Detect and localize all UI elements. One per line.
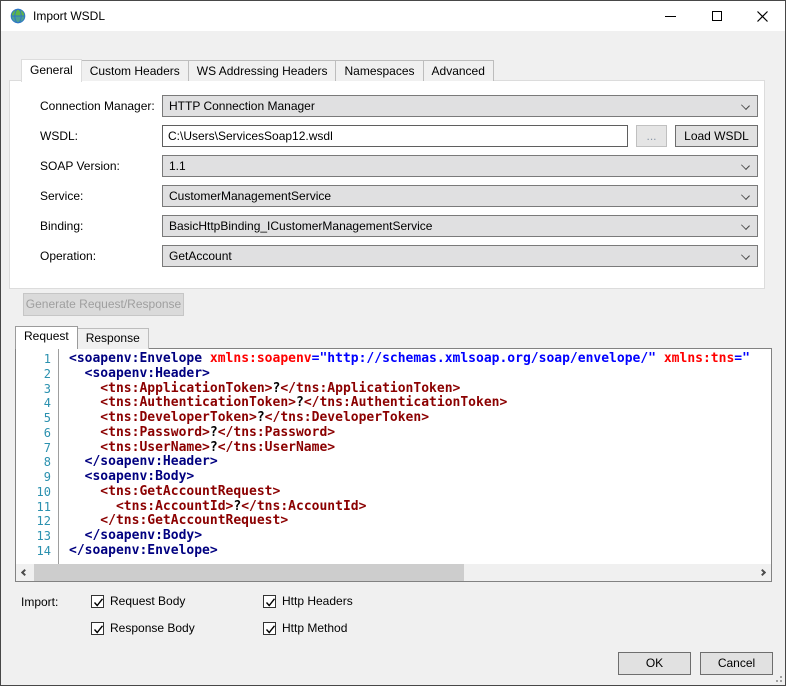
editor-gutter: 1 2 3 4 5 6 7 8 9 10 11 12 13 14 xyxy=(16,349,59,565)
tab-namespaces[interactable]: Namespaces xyxy=(335,60,424,81)
editor-code[interactable]: <soapenv:Envelope xmlns:soapenv="http://… xyxy=(60,349,771,565)
horizontal-scrollbar[interactable] xyxy=(16,564,771,581)
tab-ws-addressing-headers[interactable]: WS Addressing Headers xyxy=(187,60,337,81)
cancel-button[interactable]: Cancel xyxy=(700,652,773,675)
binding-label: Binding: xyxy=(40,219,84,233)
checkbox-box xyxy=(91,621,104,635)
tab-response[interactable]: Response xyxy=(76,328,149,349)
operation-value: GetAccount xyxy=(169,249,232,263)
checkbox-label: Request Body xyxy=(110,594,186,608)
binding-select[interactable]: BasicHttpBinding_ICustomerManagementServ… xyxy=(162,215,758,237)
binding-value: BasicHttpBinding_ICustomerManagementServ… xyxy=(169,219,433,233)
wsdl-label: WSDL: xyxy=(40,129,79,143)
service-label: Service: xyxy=(40,189,84,203)
load-wsdl-button[interactable]: Load WSDL xyxy=(675,125,758,147)
connection-manager-label: Connection Manager: xyxy=(40,99,155,113)
maximize-icon xyxy=(711,11,722,21)
tab-advanced[interactable]: Advanced xyxy=(422,60,494,81)
service-value: CustomerManagementService xyxy=(169,189,332,203)
resize-grip[interactable] xyxy=(773,673,783,683)
generate-request-response-button[interactable]: Generate Request/Response xyxy=(23,293,184,316)
chevron-down-icon xyxy=(741,221,750,230)
main-tab-strip: General Custom Headers WS Addressing Hea… xyxy=(21,59,494,82)
ok-button[interactable]: OK xyxy=(618,652,691,675)
checkbox-box xyxy=(91,594,104,608)
import-wsdl-dialog: Import WSDL General Custom Headers WS Ad… xyxy=(0,0,786,686)
titlebar[interactable]: Import WSDL xyxy=(1,1,785,31)
close-button[interactable] xyxy=(740,1,785,31)
general-tab-page: Connection Manager: HTTP Connection Mana… xyxy=(9,80,765,289)
connection-manager-value: HTTP Connection Manager xyxy=(169,99,315,113)
connection-manager-select[interactable]: HTTP Connection Manager xyxy=(162,95,758,117)
service-select[interactable]: CustomerManagementService xyxy=(162,185,758,207)
window-title: Import WSDL xyxy=(33,9,106,23)
editor-tab-strip: Request Response xyxy=(15,326,149,349)
close-icon xyxy=(757,10,768,22)
minimize-button[interactable] xyxy=(648,1,693,31)
tab-custom-headers[interactable]: Custom Headers xyxy=(80,60,189,81)
tab-general[interactable]: General xyxy=(21,59,82,82)
check-icon xyxy=(93,624,104,634)
checkbox-response-body[interactable]: Response Body xyxy=(91,621,195,635)
checkbox-label: Http Method xyxy=(282,621,348,635)
globe-icon xyxy=(10,8,26,24)
chevron-down-icon xyxy=(741,191,750,200)
operation-select[interactable]: GetAccount xyxy=(162,245,758,267)
soap-version-value: 1.1 xyxy=(169,159,186,173)
operation-label: Operation: xyxy=(40,249,97,263)
chevron-right-icon xyxy=(758,568,767,577)
soap-version-select[interactable]: 1.1 xyxy=(162,155,758,177)
check-icon xyxy=(265,624,276,634)
checkbox-request-body[interactable]: Request Body xyxy=(91,594,185,608)
minimize-icon xyxy=(665,15,676,17)
scroll-right-button[interactable] xyxy=(754,564,771,581)
code-editor[interactable]: 1 2 3 4 5 6 7 8 9 10 11 12 13 14 <soapenv:Envelope xm… xyxy=(15,348,772,582)
chevron-down-icon xyxy=(741,161,750,170)
scrollbar-thumb[interactable] xyxy=(34,564,464,581)
maximize-button[interactable] xyxy=(694,1,739,31)
chevron-down-icon xyxy=(741,101,750,110)
checkbox-http-method[interactable]: Http Method xyxy=(263,621,347,635)
check-icon xyxy=(265,597,276,607)
browse-button[interactable]: ... xyxy=(636,125,667,147)
checkbox-box xyxy=(263,594,276,608)
check-icon xyxy=(93,597,104,607)
tab-request[interactable]: Request xyxy=(15,326,78,349)
scroll-left-button[interactable] xyxy=(16,564,33,581)
wsdl-input[interactable] xyxy=(162,125,628,147)
chevron-left-icon xyxy=(20,568,29,577)
soap-version-label: SOAP Version: xyxy=(40,159,120,173)
checkbox-box xyxy=(263,621,276,635)
import-label: Import: xyxy=(21,595,59,609)
chevron-down-icon xyxy=(741,251,750,260)
checkbox-http-headers[interactable]: Http Headers xyxy=(263,594,353,608)
checkbox-label: Response Body xyxy=(110,621,195,635)
checkbox-label: Http Headers xyxy=(282,594,353,608)
